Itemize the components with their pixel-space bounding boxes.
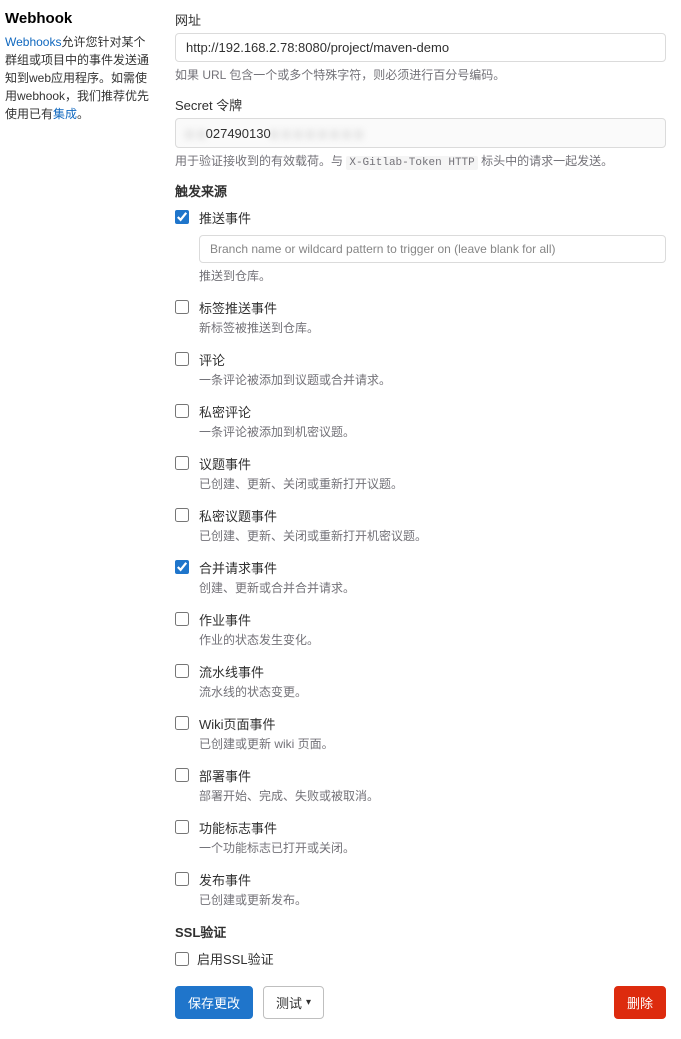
- trigger-row: 推送事件推送到仓库。: [175, 208, 666, 284]
- trigger-row: 评论一条评论被添加到议题或合并请求。: [175, 350, 666, 388]
- trigger-description: 一个功能标志已打开或关闭。: [199, 839, 666, 856]
- trigger-description: 作业的状态发生变化。: [199, 631, 666, 648]
- trigger-row: 流水线事件流水线的状态变更。: [175, 662, 666, 700]
- url-label: 网址: [175, 10, 666, 29]
- ssl-section-label: SSL验证: [175, 922, 666, 941]
- trigger-row: 合并请求事件创建、更新或合并合并请求。: [175, 558, 666, 596]
- trigger-description: 已创建、更新、关闭或重新打开机密议题。: [199, 527, 666, 544]
- ssl-checkbox-label: 启用SSL验证: [197, 949, 274, 968]
- ssl-section: SSL验证 启用SSL验证: [175, 922, 666, 968]
- trigger-title: 部署事件: [199, 766, 666, 785]
- trigger-checkbox[interactable]: [175, 508, 189, 522]
- trigger-description: 已创建或更新 wiki 页面。: [199, 735, 666, 752]
- test-dropdown-button[interactable]: 测试 ▾: [263, 986, 324, 1019]
- trigger-description: 一条评论被添加到议题或合并请求。: [199, 371, 666, 388]
- trigger-title: 评论: [199, 350, 666, 369]
- url-input[interactable]: [175, 33, 666, 62]
- trigger-title: Wiki页面事件: [199, 714, 666, 733]
- trigger-checkbox[interactable]: [175, 210, 189, 224]
- trigger-row: 部署事件部署开始、完成、失败或被取消。: [175, 766, 666, 804]
- sidebar: Webhook Webhooks允许您针对某个群组或项目中的事件发送通知到web…: [5, 10, 155, 1019]
- sidebar-description: Webhooks允许您针对某个群组或项目中的事件发送通知到web应用程序。如需使…: [5, 33, 155, 123]
- trigger-checkbox[interactable]: [175, 716, 189, 730]
- trigger-checkbox[interactable]: [175, 664, 189, 678]
- url-group: 网址 如果 URL 包含一个或多个特殊字符，则必须进行百分号编码。: [175, 10, 666, 83]
- secret-input[interactable]: x x027490130x x x x x x x x: [175, 118, 666, 148]
- save-button[interactable]: 保存更改: [175, 986, 253, 1019]
- trigger-row: Wiki页面事件已创建或更新 wiki 页面。: [175, 714, 666, 752]
- trigger-title: 发布事件: [199, 870, 666, 889]
- integrations-link[interactable]: 集成: [53, 107, 77, 121]
- branch-filter-input[interactable]: [199, 235, 666, 263]
- trigger-checkbox[interactable]: [175, 872, 189, 886]
- trigger-checkbox[interactable]: [175, 768, 189, 782]
- ssl-checkbox[interactable]: [175, 952, 189, 966]
- triggers-list: 推送事件推送到仓库。标签推送事件新标签被推送到仓库。评论一条评论被添加到议题或合…: [175, 208, 666, 908]
- trigger-description: 已创建、更新、关闭或重新打开议题。: [199, 475, 666, 492]
- trigger-checkbox[interactable]: [175, 612, 189, 626]
- secret-help: 用于验证接收到的有效载荷。与 X-Gitlab-Token HTTP 标头中的请…: [175, 152, 666, 169]
- trigger-title: 合并请求事件: [199, 558, 666, 577]
- trigger-row: 功能标志事件一个功能标志已打开或关闭。: [175, 818, 666, 856]
- delete-button[interactable]: 删除: [614, 986, 666, 1019]
- trigger-title: 议题事件: [199, 454, 666, 473]
- trigger-description: 创建、更新或合并合并请求。: [199, 579, 666, 596]
- trigger-description: 推送到仓库。: [199, 267, 666, 284]
- trigger-checkbox[interactable]: [175, 352, 189, 366]
- trigger-title: 流水线事件: [199, 662, 666, 681]
- page-title: Webhook: [5, 10, 155, 27]
- triggers-section-label: 触发来源: [175, 181, 666, 200]
- trigger-checkbox[interactable]: [175, 300, 189, 314]
- secret-group: Secret 令牌 x x027490130x x x x x x x x 用于…: [175, 95, 666, 169]
- chevron-down-icon: ▾: [306, 997, 311, 1008]
- trigger-title: 功能标志事件: [199, 818, 666, 837]
- trigger-checkbox[interactable]: [175, 456, 189, 470]
- trigger-row: 作业事件作业的状态发生变化。: [175, 610, 666, 648]
- trigger-row: 私密评论一条评论被添加到机密议题。: [175, 402, 666, 440]
- trigger-row: 私密议题事件已创建、更新、关闭或重新打开机密议题。: [175, 506, 666, 544]
- trigger-row: 发布事件已创建或更新发布。: [175, 870, 666, 908]
- webhooks-link[interactable]: Webhooks: [5, 35, 61, 49]
- trigger-description: 一条评论被添加到机密议题。: [199, 423, 666, 440]
- ssl-checkbox-row[interactable]: 启用SSL验证: [175, 949, 666, 968]
- trigger-title: 私密评论: [199, 402, 666, 421]
- trigger-title: 作业事件: [199, 610, 666, 629]
- trigger-row: 议题事件已创建、更新、关闭或重新打开议题。: [175, 454, 666, 492]
- trigger-title: 标签推送事件: [199, 298, 666, 317]
- trigger-checkbox[interactable]: [175, 820, 189, 834]
- main-form: 网址 如果 URL 包含一个或多个特殊字符，则必须进行百分号编码。 Secret…: [175, 10, 666, 1019]
- trigger-checkbox[interactable]: [175, 560, 189, 574]
- trigger-title: 推送事件: [199, 208, 666, 227]
- secret-label: Secret 令牌: [175, 95, 666, 114]
- trigger-description: 部署开始、完成、失败或被取消。: [199, 787, 666, 804]
- action-bar: 保存更改 测试 ▾ 删除: [175, 986, 666, 1019]
- trigger-description: 已创建或更新发布。: [199, 891, 666, 908]
- trigger-checkbox[interactable]: [175, 404, 189, 418]
- trigger-row: 标签推送事件新标签被推送到仓库。: [175, 298, 666, 336]
- url-help: 如果 URL 包含一个或多个特殊字符，则必须进行百分号编码。: [175, 66, 666, 83]
- trigger-description: 新标签被推送到仓库。: [199, 319, 666, 336]
- trigger-title: 私密议题事件: [199, 506, 666, 525]
- trigger-description: 流水线的状态变更。: [199, 683, 666, 700]
